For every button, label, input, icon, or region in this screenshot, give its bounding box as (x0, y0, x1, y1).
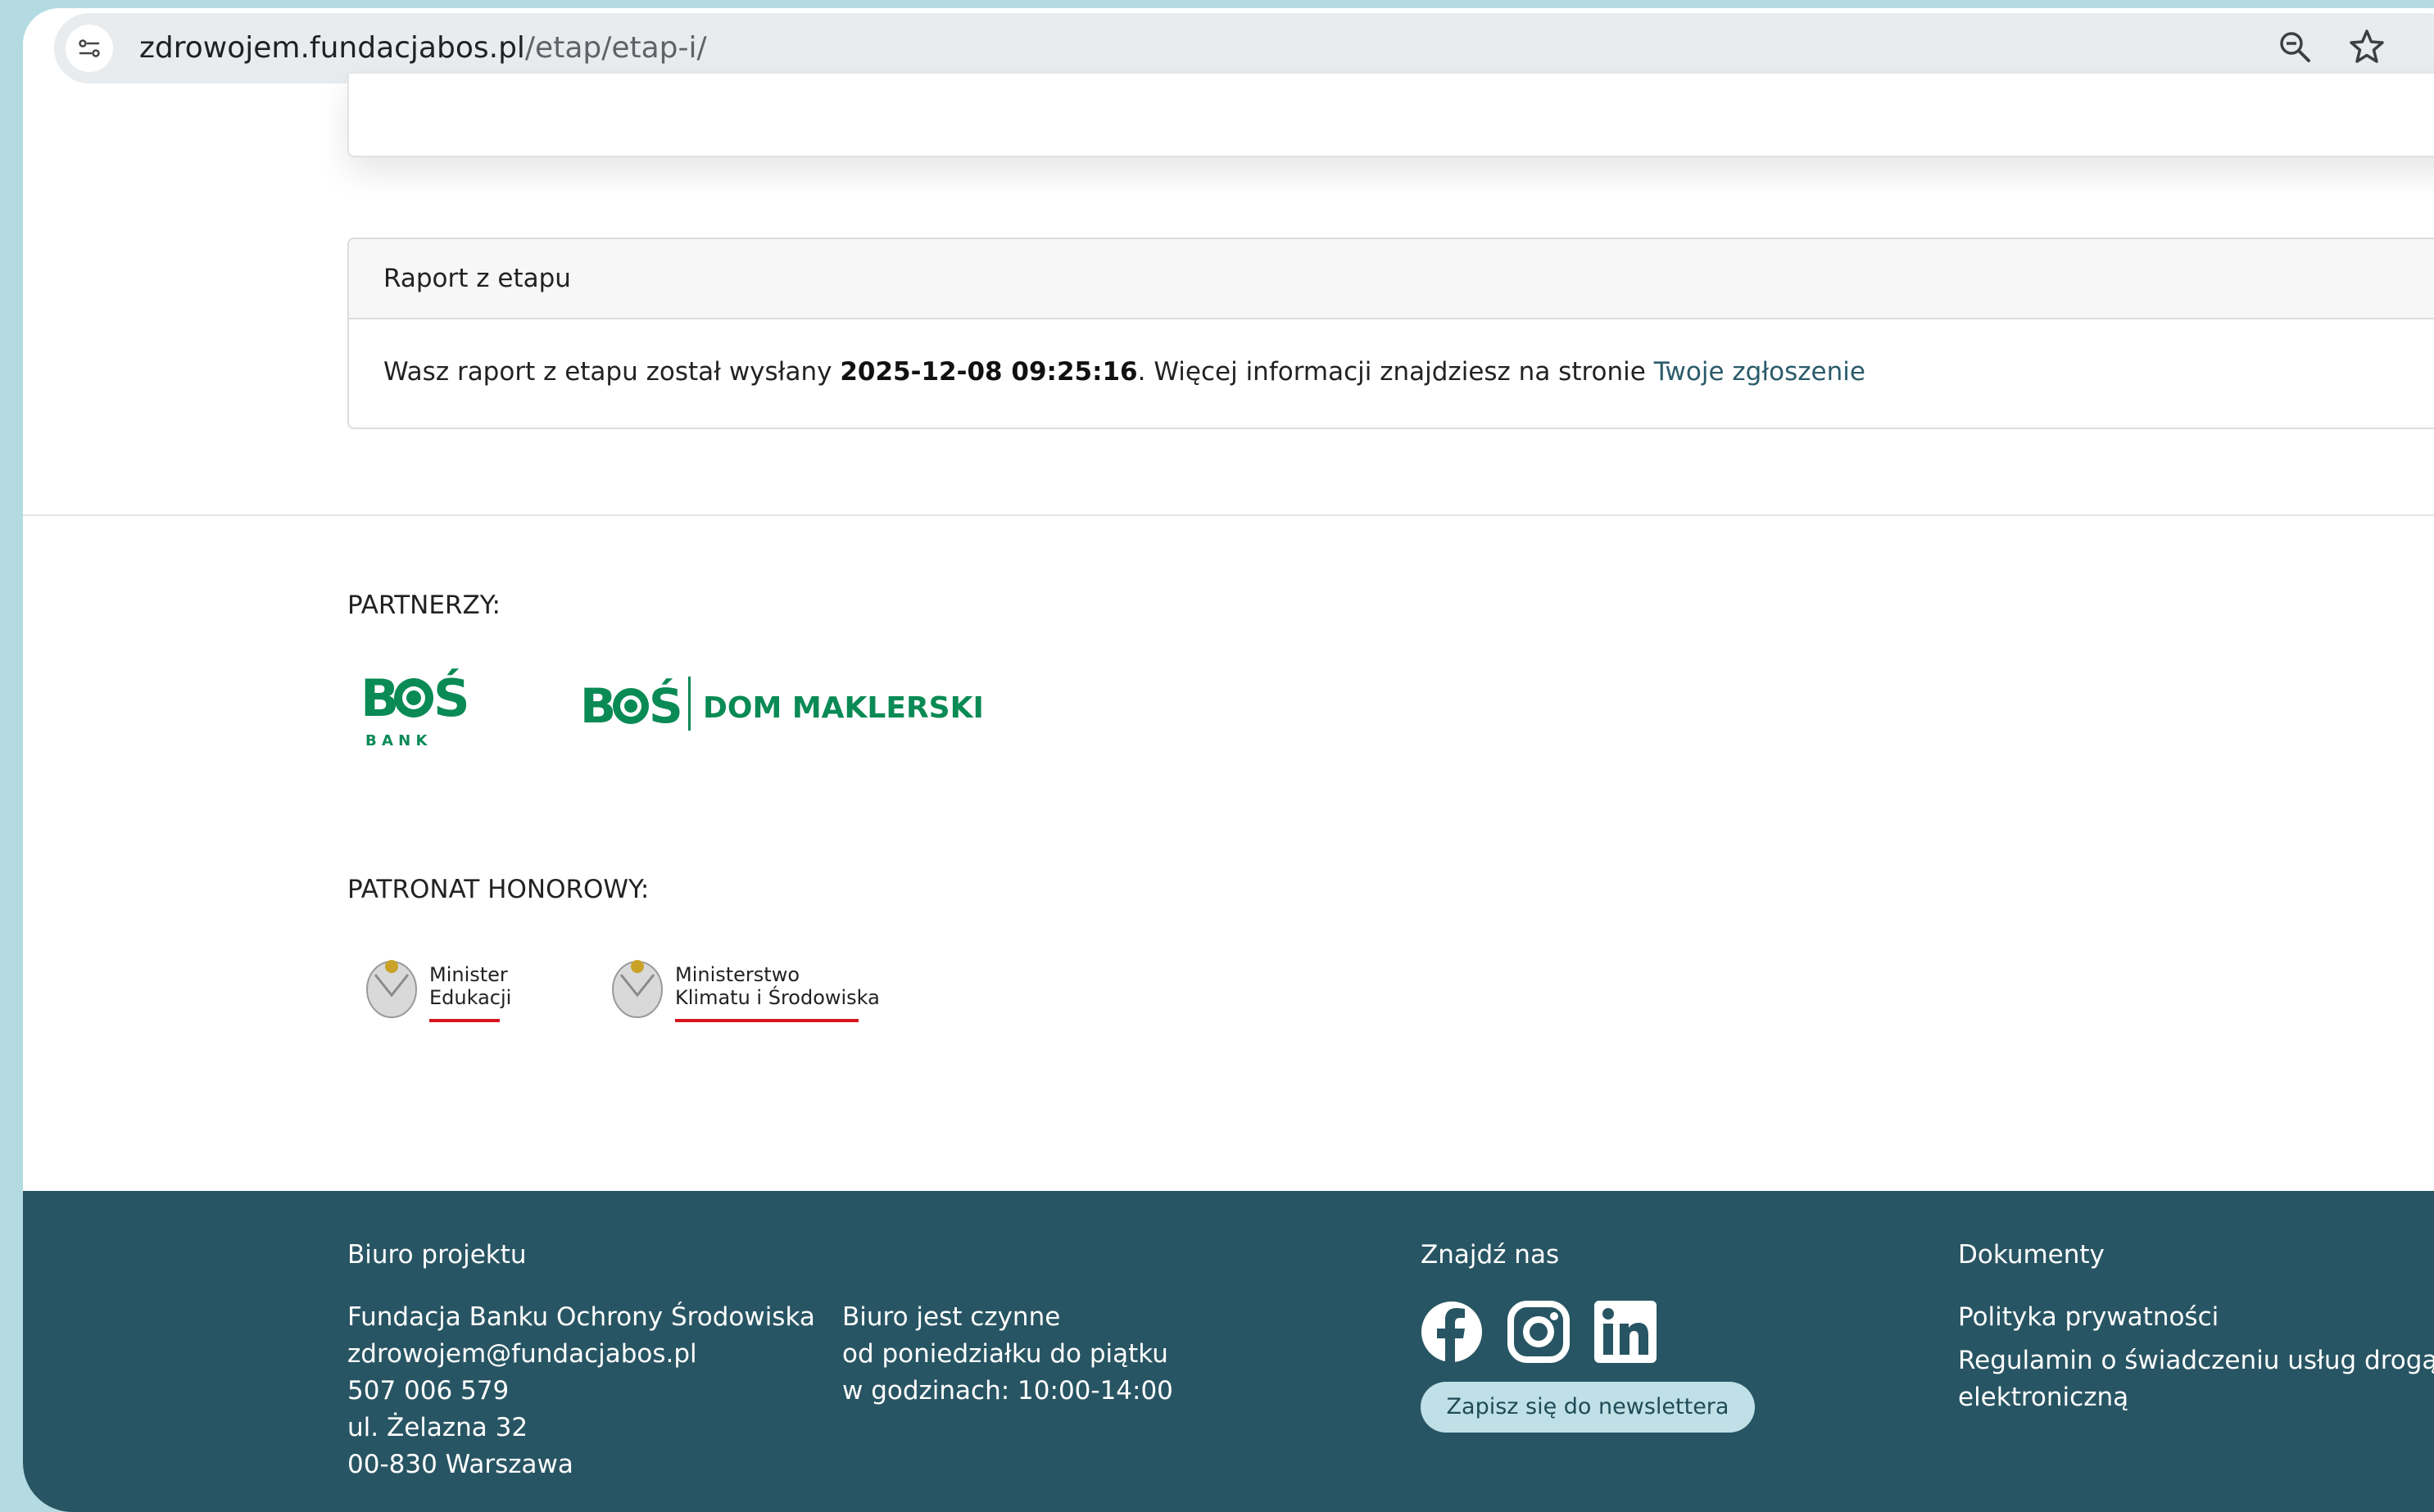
minister-edukacji-line1: Minister (429, 963, 508, 986)
ministerstwo-line1: Ministerstwo (675, 963, 800, 986)
site-settings-icon (79, 39, 100, 57)
terms-link[interactable]: Regulamin o świadczeniu usług drogą (1958, 1342, 2434, 1379)
office-heading: Biuro projektu (347, 1240, 527, 1270)
office-contact: Fundacja Banku Ochrony Środowiska zdrowo… (347, 1299, 815, 1483)
hours-line: od poniedziałku do piątku (842, 1339, 1168, 1369)
hours-line: Biuro jest czynne (842, 1302, 1061, 1332)
privacy-policy-link[interactable]: Polityka prywatności (1958, 1299, 2434, 1336)
office-line: Fundacja Banku Ochrony Środowiska (347, 1302, 815, 1332)
terms-link-continued[interactable]: elektroniczną (1958, 1379, 2434, 1416)
ministerstwo-klimatu-logo[interactable]: Ministerstwo Klimatu i Środowiska (606, 950, 893, 1032)
zoom-out-icon[interactable] (2278, 29, 2314, 66)
url-text[interactable]: zdrowojem.fundacjabos.pl/etap/etap-i/ (139, 31, 707, 66)
bos-bank-sub: B A N K (365, 732, 428, 749)
polish-eagle-icon (612, 960, 663, 1018)
ministerstwo-line2: Klimatu i Środowiska (675, 985, 880, 1009)
your-submission-link[interactable]: Twoje zgłoszenie (1654, 357, 1865, 387)
bos-dom-maklerski-logo[interactable]: B Ś DOM MAKLERSKI (580, 672, 990, 737)
office-email-link[interactable]: zdrowojem@fundacjabos.pl (347, 1336, 815, 1373)
site-footer: Biuro projektu Fundacja Banku Ochrony Śr… (23, 1191, 2434, 1512)
bos-dm-letter-s: Ś (649, 677, 683, 734)
url-host: zdrowojem.fundacjabos.pl (139, 31, 525, 65)
bookmark-star-icon[interactable] (2348, 28, 2386, 66)
office-line: 00-830 Warszawa (347, 1450, 573, 1479)
red-underline (675, 1019, 859, 1022)
newsletter-button[interactable]: Zapisz się do newslettera (1421, 1382, 1755, 1433)
report-text-after: . Więcej informacji znajdziesz na stroni… (1137, 357, 1654, 387)
office-line: ul. Żelazna 32 (347, 1413, 528, 1442)
bos-dm-letter-b: B (580, 678, 616, 734)
partners-label: PARTNERZY: (347, 591, 501, 620)
report-timestamp: 2025-12-08 09:25:16 (840, 357, 1138, 387)
social-heading: Znajdź nas (1421, 1240, 1560, 1270)
office-hours: Biuro jest czynne od poniedziałku do pią… (842, 1299, 1173, 1410)
bos-dm-separator (688, 677, 691, 731)
polish-eagle-icon (366, 960, 417, 1018)
instagram-icon[interactable] (1507, 1301, 1570, 1363)
section-divider (23, 514, 2434, 516)
browser-window: zdrowojem.fundacjabos.pl/etap/etap-i/ Ra… (23, 8, 2434, 1512)
minister-edukacji-logo[interactable]: Minister Edukacji (360, 950, 533, 1032)
documents-links: Polityka prywatności Regulamin o świadcz… (1958, 1299, 2434, 1416)
url-path: /etap/etap-i/ (524, 31, 707, 65)
report-text-before: Wasz raport z etapu został wysłany (383, 357, 841, 387)
office-phone-link[interactable]: 507 006 579 (347, 1373, 815, 1410)
documents-heading: Dokumenty (1958, 1240, 2105, 1270)
patronage-label: PATRONAT HONOROWY: (347, 875, 650, 904)
report-card: Raport z etapu Wasz raport z etapu zosta… (347, 238, 2434, 429)
report-card-header: Raport z etapu (349, 239, 2434, 319)
bos-bank-letter-b: B (360, 668, 399, 728)
report-message: Wasz raport z etapu został wysłany 2025-… (383, 355, 1865, 388)
report-title: Raport z etapu (383, 264, 571, 293)
site-info-button[interactable] (66, 25, 113, 72)
red-underline (429, 1019, 500, 1022)
previous-card (347, 74, 2434, 157)
bos-dm-text: DOM MAKLERSKI (703, 691, 984, 725)
linkedin-icon[interactable] (1594, 1301, 1657, 1363)
bos-bank-logo[interactable]: B Ś B A N K (360, 663, 483, 754)
minister-edukacji-line2: Edukacji (429, 986, 511, 1009)
facebook-icon[interactable] (1421, 1301, 1483, 1363)
bos-bank-letter-s: Ś (433, 668, 470, 728)
hours-line: w godzinach: 10:00-14:00 (842, 1376, 1173, 1406)
